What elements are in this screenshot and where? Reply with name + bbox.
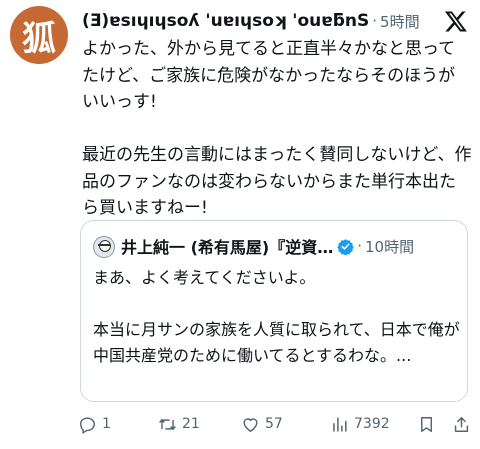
bookmark-icon xyxy=(421,416,432,432)
post-timestamp[interactable]: 5時間 xyxy=(380,11,420,32)
quoted-timestamp[interactable]: 10時間 xyxy=(365,236,414,257)
views-icon xyxy=(333,416,347,432)
share-icon xyxy=(454,416,469,432)
share-button[interactable] xyxy=(452,412,471,436)
reply-count: 1 xyxy=(102,416,111,432)
views-button[interactable]: 7392 xyxy=(330,412,390,436)
header-separator: · xyxy=(372,12,378,30)
repost-icon xyxy=(159,418,176,430)
repost-count: 21 xyxy=(182,416,200,432)
verified-badge-icon xyxy=(337,238,354,255)
author-display-name[interactable]: (Ǝ)ɐsıɥıɥsoʎ 'uɐıɥsoʞ 'ouɐƃnS xyxy=(82,11,369,31)
quoted-author-name[interactable]: 井上純一 (希有馬屋)『逆資… xyxy=(121,234,333,258)
x-logo-icon[interactable] xyxy=(444,9,468,33)
like-icon xyxy=(243,417,258,432)
avatar-glyph: 狐 xyxy=(22,18,56,59)
quoted-header-separator: · xyxy=(357,237,362,255)
action-bar: 1 21 57 7392 xyxy=(78,412,474,436)
quoted-text: まあ、よく考えてくださいよ。 本当に月サンの家族を人質に取られて、日本で俺が中国… xyxy=(93,268,460,365)
avatar[interactable]: 狐 xyxy=(10,6,68,64)
repost-button[interactable]: 21 xyxy=(158,412,200,436)
reply-icon xyxy=(80,416,95,434)
reply-button[interactable]: 1 xyxy=(78,412,111,436)
post-text: よかった、外から見てると正直半々かなと思ってたけど、ご家族に危険がなかったならそ… xyxy=(82,39,472,218)
like-button[interactable]: 57 xyxy=(241,412,283,436)
views-count: 7392 xyxy=(354,416,390,432)
quoted-avatar[interactable] xyxy=(93,236,115,258)
like-count: 57 xyxy=(265,416,283,432)
quoted-header: 井上純一 (希有馬屋)『逆資… · 10時間 xyxy=(121,233,461,259)
post-header: (Ǝ)ɐsıɥıɥsoʎ 'uɐıɥsoʞ 'ouɐƃnS · 5時間 xyxy=(82,8,472,34)
bookmark-button[interactable] xyxy=(417,412,436,436)
quoted-post[interactable]: 井上純一 (希有馬屋)『逆資… · 10時間 まあ、よく考えてくださいよ。 本当… xyxy=(80,220,468,402)
